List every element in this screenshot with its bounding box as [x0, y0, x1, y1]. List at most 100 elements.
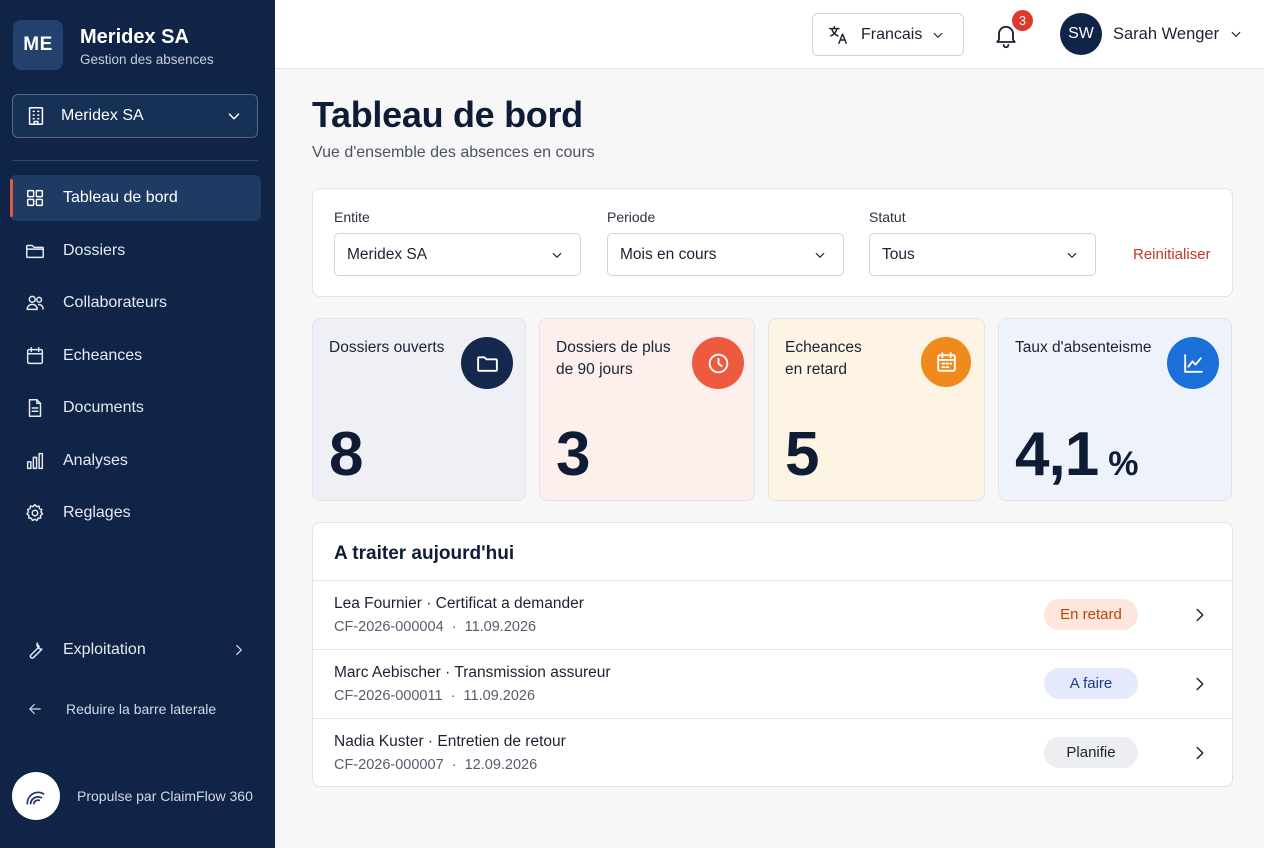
- filter-entity: Entite Meridex SA: [334, 209, 581, 276]
- brand-logo: ME: [13, 20, 63, 70]
- filter-status: Statut Tous: [869, 209, 1096, 276]
- filter-period-value: Mois en cours: [620, 245, 717, 263]
- page-subtitle: Vue d'ensemble des absences en cours: [312, 144, 595, 161]
- table-row[interactable]: Marc Aebischer · Transmission assureur C…: [313, 650, 1232, 719]
- sidebar-item-label: Reglages: [63, 504, 131, 521]
- page-title: Tableau de bord: [312, 94, 583, 135]
- language-select[interactable]: Francais: [812, 13, 964, 56]
- table-row[interactable]: Nadia Kuster · Entretien de retour CF-20…: [313, 719, 1232, 786]
- brand-subtitle: Gestion des absences: [80, 51, 214, 67]
- entity-switcher[interactable]: Meridex SA: [12, 94, 258, 138]
- user-menu[interactable]: SW Sarah Wenger: [1060, 13, 1247, 55]
- filter-status-select[interactable]: Tous: [869, 233, 1096, 276]
- sidebar-item-tableau-de-bord[interactable]: Tableau de bord: [10, 175, 261, 221]
- sidebar-item-dossiers[interactable]: Dossiers: [10, 228, 261, 274]
- claimflow-logo: [12, 772, 60, 820]
- sidebar-item-label: Dossiers: [63, 241, 126, 259]
- arrow-left-icon: [24, 698, 46, 720]
- row-title: Marc Aebischer · Transmission assureur: [334, 664, 611, 681]
- todo-panel: A traiter aujourd'hui Lea Fournier · Cer…: [312, 522, 1233, 787]
- sidebar-item-echeances[interactable]: Echeances: [10, 333, 261, 379]
- sidebar-item-label: Tableau de bord: [63, 189, 178, 206]
- chevron-right-icon[interactable]: [1189, 673, 1211, 695]
- document-icon: [24, 397, 46, 419]
- sidebar-item-label: Collaborateurs: [63, 294, 168, 311]
- calendar-icon: [24, 345, 46, 367]
- sidebar: ME Meridex SA Gestion des absences Merid…: [0, 0, 275, 848]
- avatar: SW: [1060, 13, 1102, 55]
- sidebar-item-label: Documents: [63, 399, 144, 416]
- kpi-value: 4,1%: [1015, 420, 1139, 489]
- row-meta: CF-2026-000011 · 11.09.2026: [334, 688, 536, 704]
- filters-panel: Entite Meridex SA Periode Mois en cours …: [312, 188, 1233, 297]
- todo-title: A traiter aujourd'hui: [313, 523, 1232, 581]
- notification-count-badge: 3: [1012, 10, 1033, 31]
- bar-chart-icon: [24, 450, 46, 472]
- reset-filters-button[interactable]: Reinitialiser: [1133, 246, 1211, 263]
- sidebar-item-reglages[interactable]: Reglages: [10, 490, 261, 536]
- gear-icon: [24, 502, 46, 524]
- filter-status-value: Tous: [882, 245, 915, 263]
- kpi-value: 5: [785, 420, 819, 489]
- sidebar-item-label: Echeances: [63, 346, 143, 364]
- kpi-card-open-cases[interactable]: Dossiers ouverts 8: [312, 318, 526, 501]
- chevron-right-icon[interactable]: [1189, 604, 1211, 626]
- sidebar-item-label: Analyses: [63, 451, 128, 469]
- sidebar-item-collaborateurs[interactable]: Collaborateurs: [10, 280, 261, 326]
- chevron-down-icon: [546, 244, 568, 266]
- sidebar-item-documents[interactable]: Documents: [10, 385, 261, 431]
- clock-icon: [692, 337, 744, 389]
- kpi-unit: %: [1108, 445, 1139, 483]
- folder-icon: [24, 240, 46, 262]
- brand-name: Meridex SA: [80, 25, 189, 48]
- filter-entity-select[interactable]: Meridex SA: [334, 233, 581, 276]
- table-row[interactable]: Lea Fournier · Certificat a demander CF-…: [313, 581, 1232, 650]
- filter-entity-label: Entite: [334, 209, 370, 225]
- users-icon: [24, 292, 46, 314]
- building-icon: [25, 105, 47, 127]
- row-meta: CF-2026-000004 · 11.09.2026: [334, 619, 537, 635]
- sidebar-item-label: Exploitation: [63, 641, 146, 658]
- chevron-down-icon: [1061, 244, 1083, 266]
- chevron-down-icon: [927, 24, 949, 46]
- kpi-card-absenteeism-rate[interactable]: Taux d'absenteisme 4,1%: [998, 318, 1232, 501]
- user-name: Sarah Wenger: [1113, 24, 1220, 43]
- filter-period: Periode Mois en cours: [607, 209, 844, 276]
- collapse-sidebar-label: Reduire la barre laterale: [66, 701, 217, 717]
- row-title: Lea Fournier · Certificat a demander: [334, 595, 584, 612]
- filter-entity-value: Meridex SA: [347, 245, 428, 263]
- powered-by-label: Propulse par ClaimFlow 360: [77, 788, 253, 804]
- sidebar-item-exploitation[interactable]: Exploitation: [24, 639, 250, 661]
- filter-period-select[interactable]: Mois en cours: [607, 233, 844, 276]
- filter-period-label: Periode: [607, 209, 656, 225]
- grid-icon: [24, 187, 46, 209]
- status-badge: A faire: [1044, 668, 1138, 699]
- status-badge: Planifie: [1044, 737, 1138, 768]
- row-meta: CF-2026-000007 · 12.09.2026: [334, 757, 538, 773]
- filter-status-label: Statut: [869, 209, 906, 225]
- chevron-down-icon: [223, 105, 245, 127]
- sidebar-item-analyses[interactable]: Analyses: [10, 438, 261, 484]
- status-badge: En retard: [1044, 599, 1138, 630]
- powered-by[interactable]: Propulse par ClaimFlow 360: [12, 772, 253, 820]
- wrench-icon: [24, 639, 46, 661]
- sidebar-nav: Tableau de bord Dossiers Collaborateurs …: [10, 175, 261, 543]
- chevron-right-icon[interactable]: [1189, 742, 1211, 764]
- kpi-title: Dossiers de plus de 90 jours: [556, 339, 671, 378]
- chevron-down-icon: [1225, 23, 1247, 45]
- kpi-title: Taux d'absenteisme: [1015, 339, 1152, 356]
- trend-icon: [1167, 337, 1219, 389]
- folder-icon: [461, 337, 513, 389]
- calendar-icon: [921, 337, 971, 387]
- row-title: Nadia Kuster · Entretien de retour: [334, 733, 566, 750]
- kpi-value: 3: [556, 420, 590, 489]
- kpi-card-cases-over-90-days[interactable]: Dossiers de plus de 90 jours 3: [539, 318, 755, 501]
- collapse-sidebar-button[interactable]: Reduire la barre laterale: [24, 698, 216, 720]
- brand[interactable]: ME Meridex SA Gestion des absences: [13, 20, 214, 70]
- kpi-value: 8: [329, 420, 363, 489]
- kpi-title: Echeances en retard: [785, 339, 862, 378]
- kpi-card-overdue-deadlines[interactable]: Echeances en retard 5: [768, 318, 985, 501]
- topbar: Francais 3 SW Sarah Wenger: [275, 0, 1264, 69]
- kpi-title: Dossiers ouverts: [329, 339, 445, 356]
- language-value: Francais: [861, 25, 923, 43]
